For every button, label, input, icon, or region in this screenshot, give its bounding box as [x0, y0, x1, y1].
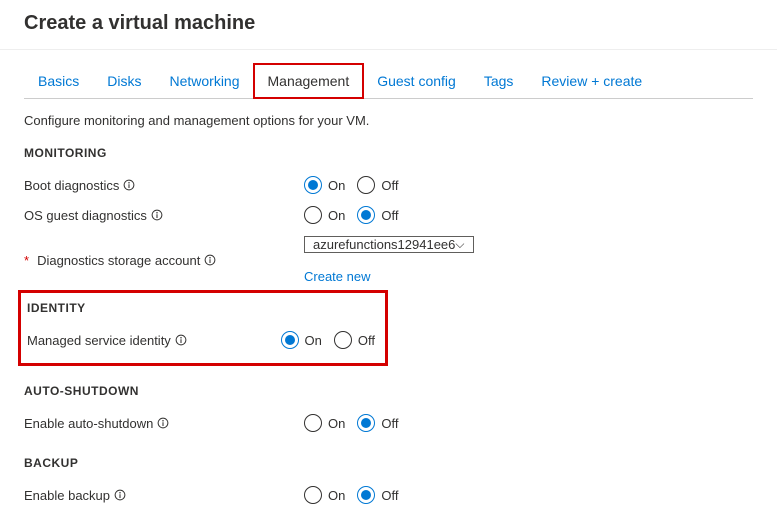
- section-header-backup: BACKUP: [24, 456, 753, 470]
- tab-description: Configure monitoring and management opti…: [24, 113, 753, 128]
- radio-off-label: Off: [381, 208, 398, 223]
- identity-highlight: IDENTITY Managed service identity On Off: [18, 290, 388, 366]
- info-icon[interactable]: [175, 334, 187, 346]
- msi-off-radio[interactable]: Off: [334, 331, 375, 349]
- auto-shutdown-off-radio[interactable]: Off: [357, 414, 398, 432]
- section-header-identity: IDENTITY: [21, 301, 375, 315]
- tab-review-create[interactable]: Review + create: [527, 64, 656, 98]
- tab-networking[interactable]: Networking: [155, 64, 253, 98]
- info-icon[interactable]: [114, 489, 126, 501]
- auto-shutdown-on-radio[interactable]: On: [304, 414, 345, 432]
- info-icon[interactable]: [123, 179, 135, 191]
- tabs: Basics Disks Networking Management Guest…: [24, 64, 753, 99]
- boot-diagnostics-label: Boot diagnostics: [24, 178, 119, 193]
- row-managed-service-identity: Managed service identity On Off: [21, 325, 375, 355]
- tab-management[interactable]: Management: [254, 64, 364, 98]
- info-icon[interactable]: [151, 209, 163, 221]
- row-diagnostics-storage: * Diagnostics storage account azurefunct…: [24, 230, 753, 290]
- diagnostics-storage-label: Diagnostics storage account: [37, 253, 200, 268]
- os-guest-off-radio[interactable]: Off: [357, 206, 398, 224]
- boot-diag-on-radio[interactable]: On: [304, 176, 345, 194]
- radio-on-label: On: [305, 333, 322, 348]
- msi-label: Managed service identity: [27, 333, 171, 348]
- auto-shutdown-label: Enable auto-shutdown: [24, 416, 153, 431]
- info-icon[interactable]: [204, 254, 216, 266]
- tab-basics[interactable]: Basics: [24, 64, 93, 98]
- radio-off-label: Off: [381, 488, 398, 503]
- row-backup: Enable backup On Off: [24, 480, 753, 510]
- diagnostics-storage-dropdown[interactable]: azurefunctions12941ee6 ⌵: [304, 236, 474, 253]
- row-boot-diagnostics: Boot diagnostics On Off: [24, 170, 753, 200]
- row-os-guest-diagnostics: OS guest diagnostics On Off: [24, 200, 753, 230]
- info-icon[interactable]: [157, 417, 169, 429]
- backup-label: Enable backup: [24, 488, 110, 503]
- tab-disks[interactable]: Disks: [93, 64, 155, 98]
- tab-guest-config[interactable]: Guest config: [363, 64, 470, 98]
- tab-tags[interactable]: Tags: [470, 64, 528, 98]
- backup-on-radio[interactable]: On: [304, 486, 345, 504]
- chevron-down-icon: ⌵: [455, 237, 464, 252]
- boot-diag-off-radio[interactable]: Off: [357, 176, 398, 194]
- os-guest-diagnostics-label: OS guest diagnostics: [24, 208, 147, 223]
- required-indicator: *: [24, 253, 29, 268]
- row-auto-shutdown: Enable auto-shutdown On Off: [24, 408, 753, 438]
- msi-on-radio[interactable]: On: [281, 331, 322, 349]
- page-title: Create a virtual machine: [0, 0, 777, 50]
- radio-on-label: On: [328, 178, 345, 193]
- radio-off-label: Off: [381, 178, 398, 193]
- os-guest-on-radio[interactable]: On: [304, 206, 345, 224]
- section-header-monitoring: MONITORING: [24, 146, 753, 160]
- create-new-link[interactable]: Create new: [304, 269, 370, 284]
- radio-on-label: On: [328, 488, 345, 503]
- radio-on-label: On: [328, 416, 345, 431]
- radio-off-label: Off: [381, 416, 398, 431]
- section-header-auto-shutdown: AUTO-SHUTDOWN: [24, 384, 753, 398]
- radio-off-label: Off: [358, 333, 375, 348]
- radio-on-label: On: [328, 208, 345, 223]
- dropdown-value: azurefunctions12941ee6: [313, 237, 455, 252]
- backup-off-radio[interactable]: Off: [357, 486, 398, 504]
